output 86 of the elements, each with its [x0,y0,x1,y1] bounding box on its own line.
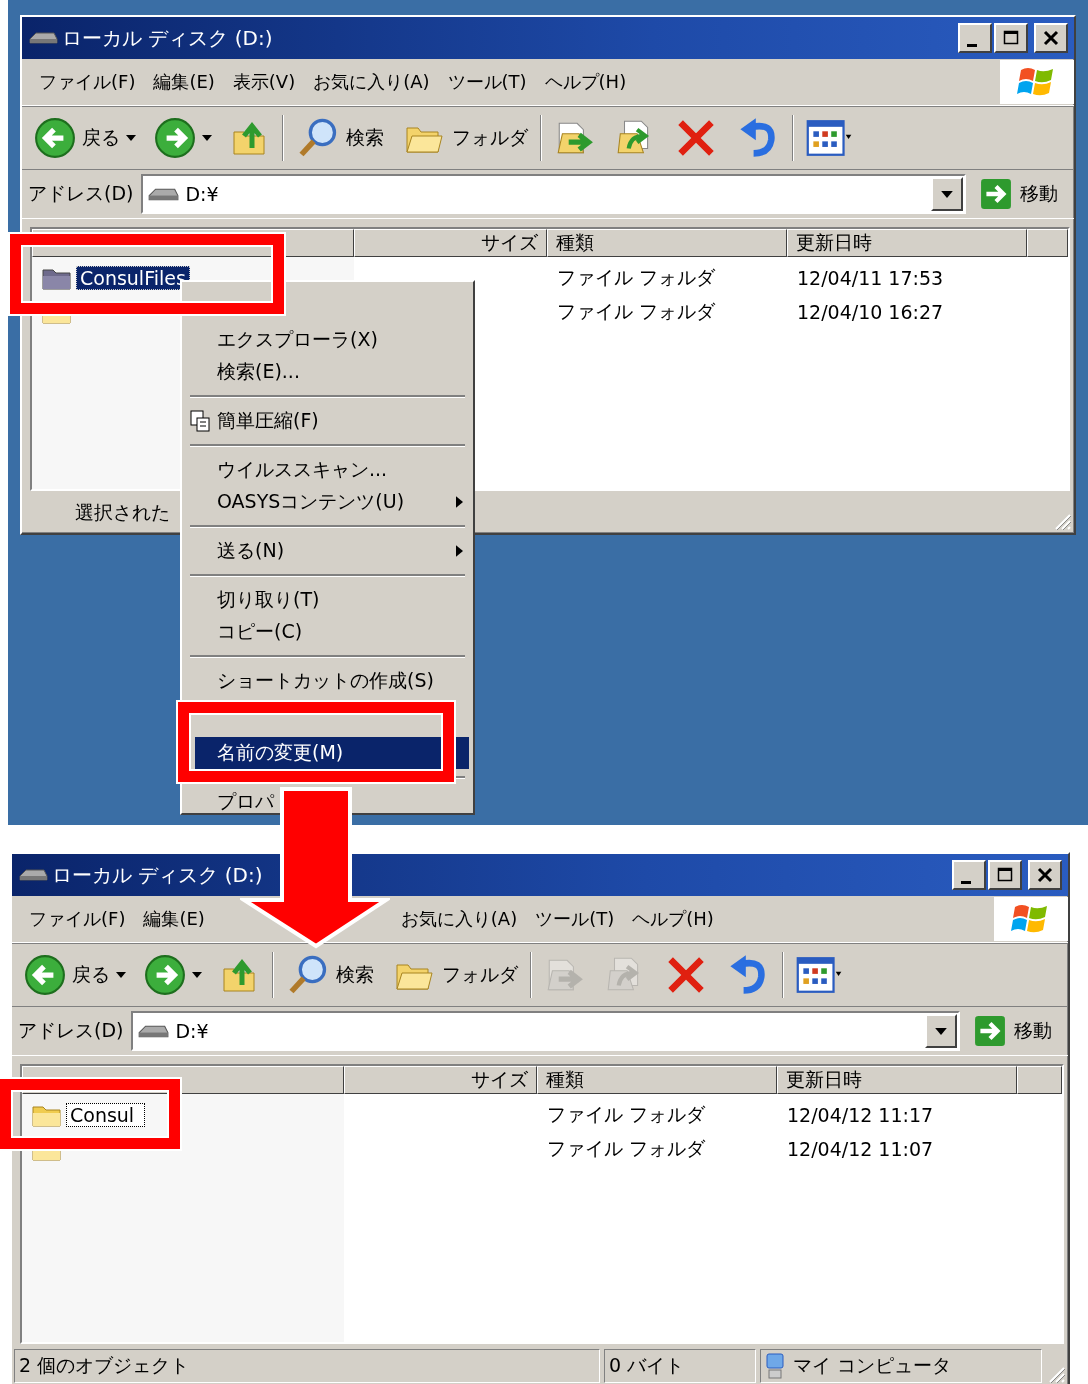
folder-icon [42,266,72,290]
rename-field[interactable]: Consul [66,1103,146,1127]
status-text: マイ コンピュータ [793,1353,952,1378]
menu-item[interactable]: お気に入り(A) [391,903,527,935]
address-field[interactable]: D:¥ [131,1011,960,1051]
menu-item[interactable]: ファイル(F) [20,903,135,935]
file-name: ConsulFiles [76,266,190,290]
context-menu-item[interactable]: OASYSコンテンツ(U) [186,486,469,518]
folders-button[interactable]: フォルダ [396,116,534,160]
maximize-button[interactable] [994,23,1028,53]
status-text: 選択された [75,500,170,525]
minimize-icon [961,880,971,884]
column-header[interactable]: 種類 [547,229,787,257]
table-cell-text: 12/04/12 11:17 [786,1104,935,1126]
submenu-arrow-icon [456,545,463,557]
caret-icon [941,190,953,198]
column-header[interactable]: 更新日時 [787,229,1027,257]
back-button[interactable]: 戻る [28,115,142,161]
context-menu-item[interactable]: プロパ [186,786,278,813]
window-title: ローカル ディスク (D:) [62,24,274,52]
table-cell-text: 12/04/12 11:07 [786,1138,935,1160]
column-header[interactable] [1017,1066,1062,1094]
menu-item[interactable]: ヘルプ(H) [623,903,723,935]
menu-item[interactable]: お気に入り(A) [304,66,439,98]
table-cell-text: ファイル フォルダ [556,265,717,290]
address-text: D:¥ [185,183,220,205]
column-header[interactable]: サイズ [354,229,547,257]
context-menu-item[interactable]: 簡単圧縮(F) [186,405,469,437]
context-menu-item[interactable]: 名前の変更(M) [195,737,469,769]
address-field[interactable]: D:¥ [141,174,966,214]
drive-icon [28,30,58,46]
close-button[interactable] [1028,860,1062,890]
table-cell-text: ファイル フォルダ [546,1102,707,1127]
close-icon [1035,865,1055,885]
drive-icon [18,867,48,883]
menu-item[interactable]: ツール(T) [526,903,624,935]
minimize-button[interactable] [952,860,986,890]
context-menu-item[interactable]: コピー(C) [186,616,469,648]
minimize-button[interactable] [958,23,992,53]
context-menu-item[interactable]: 検索(E)... [186,356,469,388]
status-text: 2 個のオブジェクト [19,1353,190,1378]
computer-icon [765,1352,785,1380]
close-icon [1041,28,1061,48]
go-button[interactable]: 移動 [970,178,1068,210]
address-text: D:¥ [175,1020,210,1042]
context-menu-item[interactable]: 切り取り(T) [186,584,469,616]
search-button[interactable]: 検索 [280,951,380,999]
context-menu-item[interactable]: ショートカットの作成(S) [186,665,469,697]
column-header[interactable]: 更新日時 [777,1066,1017,1094]
menu-item[interactable]: ツール(T) [438,66,536,98]
context-menu-item[interactable]: 送る(N) [186,535,469,567]
submenu-arrow-icon [456,496,463,508]
back-button[interactable]: 戻る [18,952,132,998]
menu-item[interactable]: 編集(E) [134,903,214,935]
status-text: 0 バイト [609,1353,685,1378]
window-title: ローカル ディスク (D:) [52,861,264,889]
column-header[interactable] [1027,229,1068,257]
caret-icon [935,1027,947,1035]
table-cell-text: 12/04/11 17:53 [796,267,945,289]
context-menu-item[interactable]: エクスプローラ(X) [186,324,469,356]
dropdown-button[interactable] [931,177,963,211]
menu-item[interactable]: 表示(V) [223,66,305,98]
dropdown-button[interactable] [925,1014,957,1048]
menu-item[interactable]: 編集(E) [144,66,224,98]
menu-item[interactable]: ファイル(F) [30,66,145,98]
caret-icon [202,135,212,141]
menu-item[interactable]: ヘルプ(H) [535,66,636,98]
caret-icon [126,135,136,141]
table-cell-text: ファイル フォルダ [556,299,717,324]
column-header[interactable]: 種類 [537,1066,777,1094]
caret-icon [192,972,202,978]
go-button[interactable]: 移動 [964,1015,1062,1047]
context-menu-item[interactable]: ウイルススキャン... [186,454,469,486]
table-cell-text: ファイル フォルダ [546,1136,707,1161]
address-label: アドレス(D) [18,1018,125,1043]
folders-button[interactable]: フォルダ [386,953,524,997]
search-button[interactable]: 検索 [290,114,390,162]
table-cell-text: 12/04/10 16:27 [796,301,945,323]
archive-icon [190,410,210,432]
close-button[interactable] [1034,23,1068,53]
maximize-button[interactable] [988,860,1022,890]
caret-icon [116,972,126,978]
address-label: アドレス(D) [28,181,135,206]
folder-icon [32,1103,62,1127]
minimize-icon [967,43,977,47]
column-header[interactable]: サイズ [344,1066,537,1094]
